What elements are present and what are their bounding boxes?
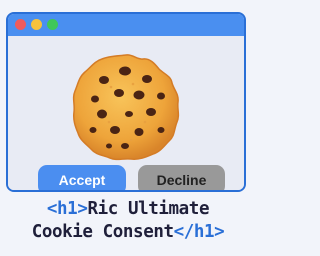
window-content: Accept Decline <box>8 36 244 190</box>
close-dot-icon[interactable] <box>15 19 26 30</box>
decline-button[interactable]: Decline <box>138 165 225 190</box>
caption-line-1: <h1>Ric Ultimate <box>0 198 256 221</box>
caption-line-2: Cookie Consent</h1> <box>0 221 256 244</box>
cookie-icon <box>72 54 180 161</box>
page-title: <h1>Ric Ultimate Cookie Consent</h1> <box>0 198 256 244</box>
maximize-dot-icon[interactable] <box>47 19 58 30</box>
browser-window: Accept Decline <box>6 12 246 192</box>
open-h1-tag: <h1> <box>46 199 88 219</box>
caption-text-1: Ric Ultimate <box>87 199 210 219</box>
caption-text-2: Cookie Consent <box>31 222 174 242</box>
minimize-dot-icon[interactable] <box>31 19 42 30</box>
close-h1-tag: </h1> <box>173 222 225 242</box>
accept-button[interactable]: Accept <box>38 165 126 190</box>
window-titlebar <box>8 14 244 36</box>
